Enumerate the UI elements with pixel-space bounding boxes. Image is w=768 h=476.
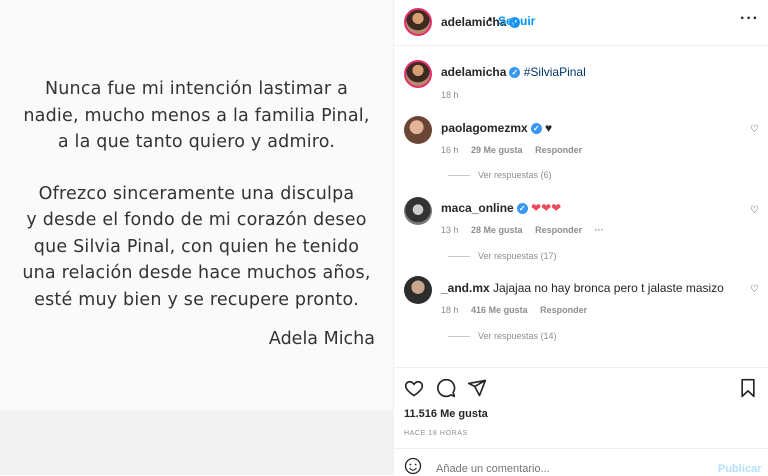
- signature: Adela Micha: [268, 329, 375, 349]
- caption-time: 18 h: [441, 90, 459, 100]
- comment-username[interactable]: maca_online: [441, 201, 514, 215]
- comment-likes[interactable]: 29 Me gusta: [471, 145, 523, 155]
- comment-time: 18 h: [441, 305, 459, 315]
- view-replies[interactable]: Ver respuestas (17): [448, 251, 557, 261]
- comment-time: 16 h: [441, 145, 459, 155]
- comment-meta: 18 h 416 Me gusta Responder: [441, 305, 597, 315]
- quote-line: a la que tanto quiero y admiro.: [57, 132, 336, 152]
- publish-button[interactable]: Publicar: [718, 463, 761, 475]
- post-side-panel: adelamicha ✓ • Seguir ··· adelamicha ✓ #Si…: [393, 0, 768, 475]
- comment-input[interactable]: [436, 463, 696, 475]
- comment-likes[interactable]: 416 Me gusta: [471, 305, 528, 315]
- username-text[interactable]: adelamicha: [441, 15, 506, 29]
- comment-username[interactable]: _and.mx: [441, 281, 490, 295]
- view-replies[interactable]: Ver respuestas (6): [448, 170, 552, 180]
- comment-options-icon[interactable]: ···: [595, 225, 604, 235]
- view-replies[interactable]: Ver respuestas (14): [448, 331, 557, 341]
- caption-hashtag[interactable]: #SilviaPinal: [524, 65, 586, 79]
- likes-count[interactable]: 11.516 Me gusta: [404, 408, 488, 420]
- comment-likes[interactable]: 28 Me gusta: [471, 225, 523, 235]
- comment-text: ♥: [545, 121, 553, 135]
- share-icon[interactable]: [467, 378, 487, 398]
- comment-meta: 13 h 28 Me gusta Responder ···: [441, 225, 614, 235]
- comment-like-icon[interactable]: ♡: [750, 284, 760, 295]
- avatar[interactable]: [404, 8, 432, 36]
- divider: [448, 175, 470, 177]
- quote-line: una relación desde hace muchos años,: [22, 263, 371, 283]
- quote-line: Nunca fue mi intención lastimar a: [44, 79, 349, 99]
- post-image-text: Nunca fue mi intención lastimar a nadie,…: [0, 76, 393, 338]
- more-icon[interactable]: ···: [740, 10, 759, 28]
- reply-button[interactable]: Responder: [540, 305, 587, 315]
- quote-line: que Silvia Pinal, con quien he tenido: [33, 236, 360, 257]
- quote-line: nadie, mucho menos a la familia Pinal,: [23, 105, 370, 126]
- comment-text: Jajajaa no hay bronca pero t jalaste mas…: [493, 281, 724, 295]
- comment-time: 13 h: [441, 225, 459, 235]
- view-replies-label[interactable]: Ver respuestas (6): [478, 170, 552, 180]
- comment-icon[interactable]: [436, 378, 456, 398]
- post-media-panel: Nunca fue mi intención lastimar a nadie,…: [0, 0, 393, 475]
- quote-paragraph-1: Nunca fue mi intención lastimar a nadie,…: [0, 76, 393, 156]
- view-replies-label[interactable]: Ver respuestas (17): [478, 251, 557, 261]
- heart-icon[interactable]: [404, 378, 424, 398]
- view-replies-label[interactable]: Ver respuestas (14): [478, 331, 557, 341]
- verified-icon: ✓: [509, 67, 521, 79]
- comment-avatar[interactable]: [404, 116, 432, 144]
- post-time: HACE 18 HORAS: [404, 430, 468, 437]
- caption-username[interactable]: adelamicha: [441, 65, 506, 79]
- reply-button[interactable]: Responder: [535, 225, 582, 235]
- follow-button[interactable]: Seguir: [498, 14, 535, 28]
- comment: paolagomezmx ✓ ♥: [441, 121, 552, 135]
- bookmark-icon[interactable]: [739, 378, 757, 398]
- verified-icon: ✓: [530, 123, 542, 135]
- comment-username[interactable]: paolagomezmx: [441, 121, 528, 135]
- post-actions: [394, 367, 768, 406]
- post-image[interactable]: Nunca fue mi intención lastimar a nadie,…: [0, 0, 393, 410]
- comment-text: ❤❤❤: [531, 201, 562, 215]
- comment-avatar[interactable]: [404, 276, 432, 304]
- emoji-icon[interactable]: [404, 457, 422, 475]
- post-header: adelamicha ✓ • Seguir ···: [394, 0, 768, 46]
- divider: [448, 256, 470, 258]
- comment: _and.mx Jajajaa no hay bronca pero t jal…: [441, 281, 724, 295]
- comment-like-icon[interactable]: ♡: [750, 124, 760, 135]
- verified-icon: ✓: [516, 203, 528, 215]
- caption-meta: 18 h: [441, 90, 469, 100]
- comment-avatar[interactable]: [404, 197, 432, 225]
- caption-avatar[interactable]: [404, 60, 432, 88]
- comment-like-icon[interactable]: ♡: [750, 205, 760, 216]
- comment: maca_online ✓ ❤❤❤: [441, 201, 561, 215]
- caption: adelamicha ✓ #SilviaPinal: [441, 65, 586, 79]
- reply-button[interactable]: Responder: [535, 145, 582, 155]
- quote-line: Ofrezco sinceramente una disculpa: [38, 183, 355, 204]
- quote-line: esté muy bien y se recupere pronto.: [34, 289, 359, 310]
- comment-meta: 16 h 29 Me gusta Responder: [441, 145, 592, 155]
- add-comment-bar: Publicar: [394, 448, 768, 476]
- separator-dot: •: [488, 12, 493, 26]
- divider: [448, 336, 470, 338]
- quote-line: y desde el fondo de mi corazón deseo: [26, 210, 367, 230]
- quote-paragraph-2: Ofrezco sinceramente una disculpa y desd…: [0, 181, 393, 314]
